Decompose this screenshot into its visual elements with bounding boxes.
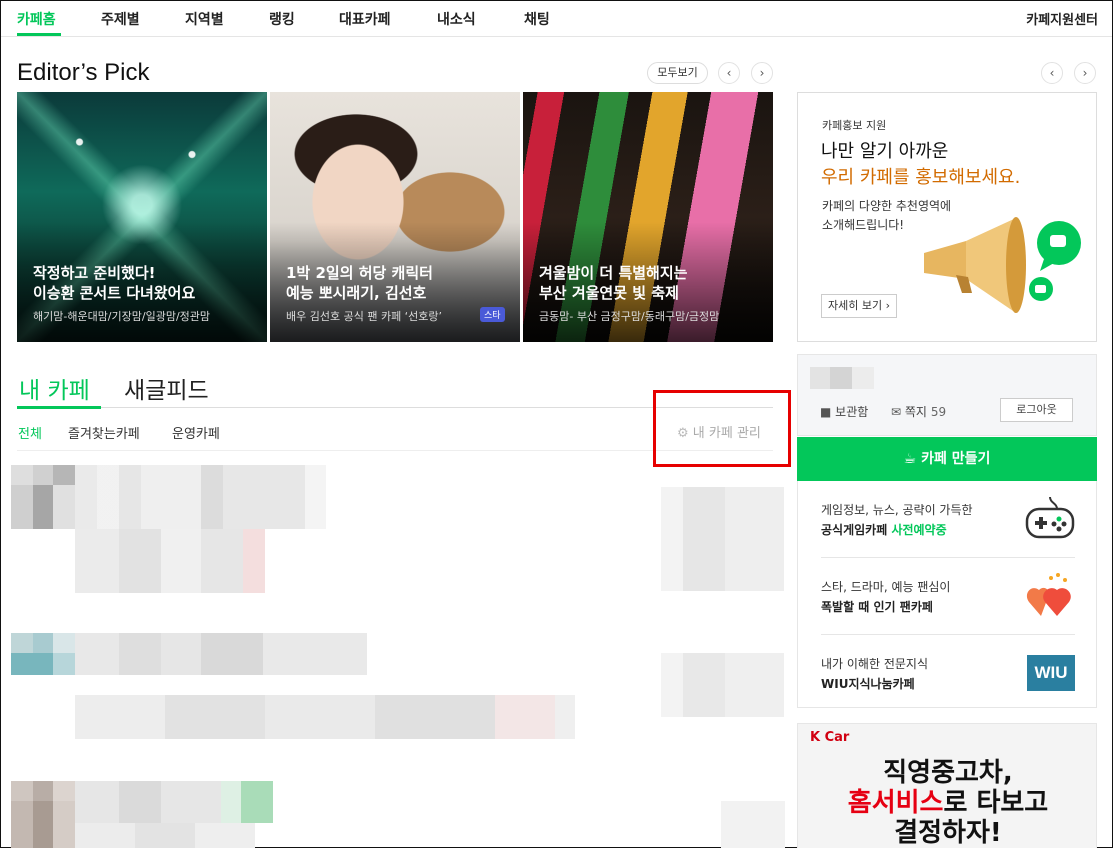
nav-my-news[interactable]: 내소식 <box>437 9 476 29</box>
avatar <box>11 801 75 848</box>
promo-headline-1: 나만 알기 아까운 <box>821 141 949 162</box>
kcar-ad-banner[interactable]: K Car 직영중고차, 홈서비스로 타보고 결정하자! <box>797 723 1097 848</box>
promo-banner[interactable]: 카페홍보 지원 나만 알기 아까운 우리 카페를 홍보해보세요. 카페의 다양한… <box>797 92 1097 342</box>
next-arrow-icon[interactable]: › <box>751 62 773 84</box>
promo-label: 카페홍보 지원 <box>822 119 887 132</box>
link-fan-cafe[interactable]: 스타, 드라마, 예능 팬심이 폭발할 때 인기 팬카페 <box>821 558 1075 635</box>
nav-active-indicator <box>17 33 61 36</box>
more-details-button[interactable]: 자세히 보기 › <box>821 294 898 318</box>
note-button[interactable]: ✉ 쪽지 59 <box>891 403 946 420</box>
pick-card-title-2: 이승환 콘서트 다녀왔어요 <box>33 284 196 302</box>
megaphone-icon <box>924 217 1081 313</box>
editors-pick-title: Editor’s Pick <box>17 59 150 86</box>
tab-new-feed[interactable]: 새글피드 <box>124 371 209 405</box>
star-badge: 스타 <box>480 307 505 322</box>
promo-headline-2: 우리 카페를 홍보해보세요. <box>821 167 1021 188</box>
subtab-all[interactable]: 전체 <box>18 423 42 442</box>
pick-card-3[interactable]: 겨울밤이 더 특별해지는 부산 겨울연못 빛 축제 금동맘- 부산 금정구맘/동… <box>523 92 773 342</box>
tab-active-indicator <box>17 406 101 409</box>
nav-support-center[interactable]: 카페지원센터 <box>1026 9 1098 28</box>
account-panel: ■ 보관함 ✉ 쪽지 59 로그아웃 <box>797 354 1097 436</box>
coffee-cup-icon: ☕ <box>903 451 917 467</box>
ad-line-3: 결정하자! <box>894 818 1002 848</box>
gamepad-icon <box>1025 496 1075 539</box>
promo-prev-icon[interactable]: ‹ <box>1041 62 1063 84</box>
pick-card-source: 금동맘- 부산 금정구맘/동래구맘/금정맘 <box>539 310 720 323</box>
promo-desc-2: 소개해드립니다! <box>822 218 905 232</box>
profile-name[interactable] <box>810 367 874 389</box>
link-wiu-cafe[interactable]: 내가 이해한 전문지식 WIU지식나눔카페 WIU <box>821 635 1075 712</box>
link-game-cafe[interactable]: 게임정보, 뉴스, 공략이 가득한 공식게임카페 사전예약중 <box>821 481 1075 558</box>
pick-card-title-1: 작정하고 준비했다! <box>33 264 156 282</box>
see-all-button[interactable]: 모두보기 <box>647 62 708 84</box>
prev-arrow-icon[interactable]: ‹ <box>718 62 740 84</box>
promo-next-icon[interactable]: › <box>1074 62 1096 84</box>
nav-region[interactable]: 지역별 <box>185 9 224 29</box>
cafe-category-links: 게임정보, 뉴스, 공략이 가득한 공식게임카페 사전예약중 스타, 드라마, … <box>797 481 1097 708</box>
nav-ranking[interactable]: 랭킹 <box>269 9 295 29</box>
highlight-box <box>653 390 791 467</box>
pick-card-title-2: 부산 겨울연못 빛 축제 <box>539 284 679 302</box>
top-nav: 카페홈 주제별 지역별 랭킹 대표카페 내소식 채팅 카페지원센터 <box>1 1 1112 37</box>
avatar <box>11 485 75 529</box>
tab-my-cafe[interactable]: 내 카페 <box>19 371 90 405</box>
storage-button[interactable]: ■ 보관함 <box>820 403 868 420</box>
avatar <box>11 653 75 675</box>
nav-cafe-home[interactable]: 카페홈 <box>17 9 56 29</box>
pick-card-source: 배우 김선호 공식 팬 카페 ‘선호랑’ <box>286 310 443 323</box>
pick-card-title-1: 겨울밤이 더 특별해지는 <box>539 264 688 282</box>
subtab-favorite[interactable]: 즐겨찾는카페 <box>68 423 140 442</box>
subtab-managed[interactable]: 운영카페 <box>172 423 220 442</box>
nav-topic[interactable]: 주제별 <box>101 9 140 29</box>
wiu-icon: WIU <box>1027 655 1075 691</box>
envelope-icon: ✉ <box>891 405 902 419</box>
kcar-logo: K Car <box>810 730 850 745</box>
nav-featured[interactable]: 대표카페 <box>339 9 391 29</box>
hearts-icon <box>1026 573 1071 616</box>
make-cafe-button[interactable]: ☕ 카페 만들기 <box>797 437 1097 481</box>
logout-button[interactable]: 로그아웃 <box>1000 398 1073 422</box>
promo-desc-1: 카페의 다양한 추천영역에 <box>822 199 952 213</box>
nav-chat[interactable]: 채팅 <box>524 9 550 29</box>
folder-icon: ■ <box>820 405 832 419</box>
pick-card-1[interactable]: 작정하고 준비했다! 이승환 콘서트 다녀왔어요 해기맘-해운대맘/기장맘/일광… <box>17 92 267 342</box>
pick-card-title-1: 1박 2일의 허당 캐릭터 <box>286 264 433 282</box>
pick-card-title-2: 예능 뽀시래기, 김선호 <box>286 284 427 302</box>
pick-card-source: 해기맘-해운대맘/기장맘/일광맘/정관맘 <box>33 310 211 323</box>
note-count: 59 <box>930 405 947 419</box>
pick-card-2[interactable]: 1박 2일의 허당 캐릭터 예능 뽀시래기, 김선호 배우 김선호 공식 팬 카… <box>270 92 520 342</box>
